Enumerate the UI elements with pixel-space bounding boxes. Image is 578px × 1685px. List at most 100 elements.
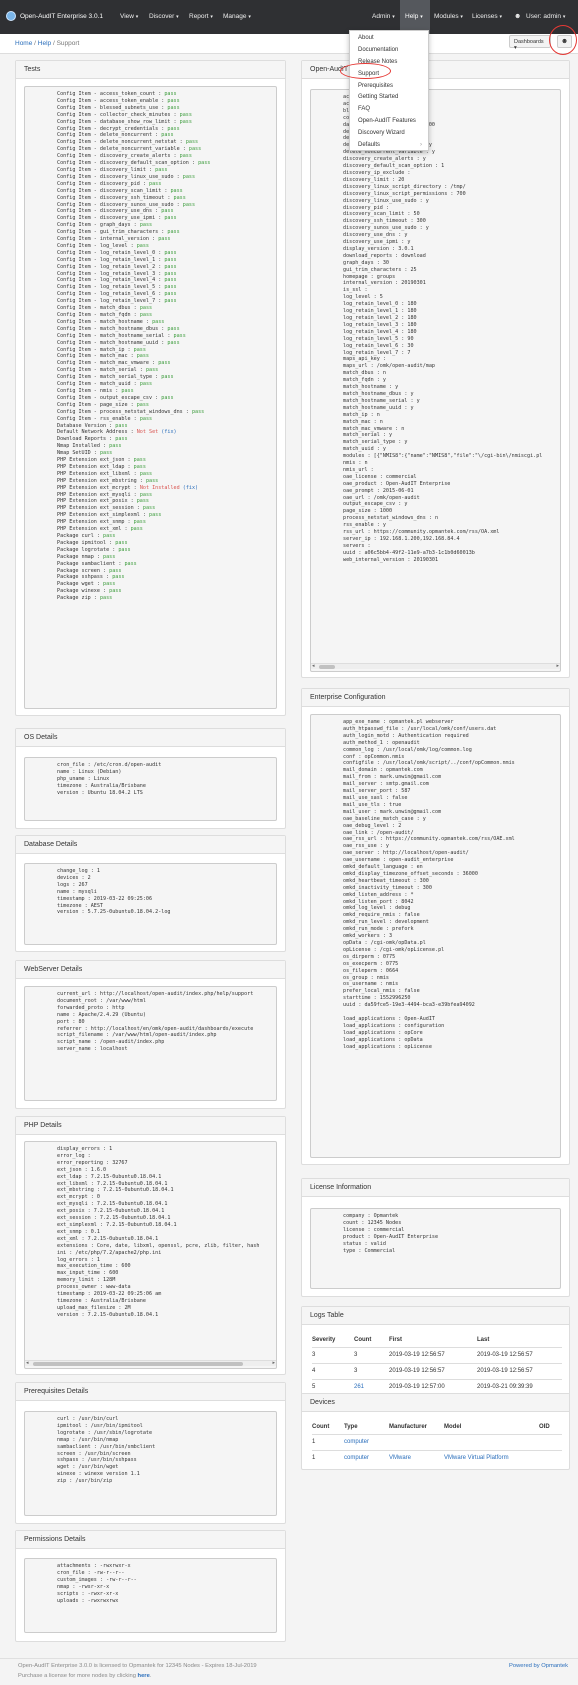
fix-link[interactable]: (fix) — [161, 429, 176, 435]
test-line: Nmap SetUID : pass — [57, 450, 113, 457]
help-menu-faq[interactable]: FAQ — [358, 106, 370, 112]
tests-panel: Tests Config Item - access_token_count :… — [15, 60, 286, 716]
config-horizontal-scrollbar[interactable]: ◂ ▸ — [311, 663, 560, 669]
col-type[interactable]: Type — [344, 1420, 389, 1434]
help-menu-about[interactable]: About — [358, 35, 374, 41]
scrollbar-thumb[interactable] — [319, 665, 335, 669]
menu-modules[interactable]: Modules ▾ — [434, 13, 463, 20]
test-line: Config Item - match_uuid : pass — [57, 381, 153, 388]
test-result-pass: pass — [133, 463, 146, 470]
tests-output: Config Item - access_token_count : pass C… — [24, 86, 277, 709]
php-horizontal-scrollbar[interactable]: ◂ ▸ — [25, 1360, 276, 1366]
test-line: Config Item - match_ip : pass — [57, 346, 146, 353]
scroll-right-icon[interactable]: ▸ — [556, 663, 559, 669]
test-line: Config Item - log_retain_level_6 : pass — [57, 291, 177, 298]
col-severity[interactable]: Severity — [312, 1333, 354, 1347]
test-line: Config Item - match_serial_type : pass — [57, 374, 174, 381]
cell-model-link[interactable]: VMware Virtual Platform — [444, 1450, 539, 1466]
test-result-pass: pass — [164, 263, 177, 270]
test-result-pass: pass — [164, 291, 177, 298]
breadcrumb: Home / Help / Support — [15, 40, 80, 47]
breadcrumb-help[interactable]: Help — [38, 40, 51, 47]
test-result-pass: pass — [167, 229, 180, 236]
cell-type-link[interactable]: computer — [344, 1450, 389, 1466]
license-output: company : Opmantek count : 12345 Nodes l… — [310, 1208, 561, 1289]
fix-link[interactable]: (fix) — [183, 485, 198, 491]
test-line: Config Item - match_hostname : pass — [57, 318, 165, 325]
test-result-pass: pass — [136, 353, 150, 360]
test-line: PHP Extension ext_mysqli : pass — [57, 491, 153, 498]
footer-purchase-link[interactable]: here — [138, 1673, 150, 1679]
test-line: Config Item - discovery_scan_limit : pas… — [57, 187, 183, 194]
brand-title[interactable]: Open-AudIT Enterprise 3.0.1 — [20, 13, 103, 20]
test-line: Database Version : pass — [57, 422, 128, 429]
panel-title: Prerequisites Details — [16, 1383, 285, 1401]
cell-manufacturer-link[interactable]: VMware — [389, 1450, 444, 1466]
chevron-down-icon: ▾ — [499, 14, 502, 20]
test-result-pass: pass — [198, 160, 211, 167]
menu-report[interactable]: Report ▾ — [189, 13, 213, 20]
menu-licenses[interactable]: Licenses ▾ — [472, 13, 502, 20]
menu-user[interactable]: User: admin ▾ — [526, 13, 565, 20]
help-menu-getting-started[interactable]: Getting Started — [358, 94, 398, 100]
menu-discover[interactable]: Discover ▾ — [149, 13, 179, 20]
test-result-pass: pass — [152, 318, 165, 325]
database-details-panel: Database Details change_log : 1 devices … — [15, 835, 286, 952]
col-last[interactable]: Last — [477, 1333, 562, 1347]
panel-title: PHP Details — [16, 1117, 285, 1135]
breadcrumb-current: Support — [56, 40, 80, 47]
test-result-pass: pass — [164, 298, 177, 305]
test-result-pass: pass — [164, 270, 177, 277]
scroll-right-icon[interactable]: ▸ — [272, 1360, 275, 1366]
cell-model-link[interactable] — [444, 1434, 539, 1450]
help-menu-defaults[interactable]: Defaults — [358, 142, 380, 148]
test-result-pass: pass — [179, 111, 192, 118]
footer-powered-link[interactable]: Powered by Opmantek — [509, 1663, 568, 1669]
breadcrumb-home[interactable]: Home — [15, 40, 32, 47]
test-result-pass: pass — [182, 173, 196, 180]
help-menu-features[interactable]: Open-AudIT Features — [358, 118, 416, 124]
help-menu-documentation[interactable]: Documentation — [358, 47, 398, 53]
test-line: Package logrotate : pass — [57, 546, 131, 553]
test-result-pass: pass — [170, 187, 183, 194]
col-oid[interactable]: OID — [539, 1420, 562, 1434]
test-line: Config Item - gui_trim_characters : pass — [57, 229, 180, 236]
menu-view[interactable]: View ▾ — [120, 13, 138, 20]
test-result-pass: pass — [167, 125, 180, 132]
panel-title: License Information — [302, 1179, 569, 1197]
menu-help[interactable]: Help ▾ — [405, 13, 423, 20]
col-manufacturer[interactable]: Manufacturer — [389, 1420, 444, 1434]
open-audit-logo-icon — [6, 11, 16, 21]
test-result-pass: pass — [149, 180, 162, 187]
col-model[interactable]: Model — [444, 1420, 539, 1434]
cell-count: 1 — [312, 1439, 316, 1445]
col-count[interactable]: Count — [312, 1420, 344, 1434]
license-panel: License Information company : Opmantek c… — [301, 1178, 570, 1297]
test-line: Config Item - log_retain_level_7 : pass — [57, 298, 177, 305]
cell-manufacturer-link[interactable] — [389, 1434, 444, 1450]
col-count[interactable]: Count — [354, 1333, 389, 1347]
dashboards-button[interactable]: Dashboards ▾ — [509, 35, 551, 51]
test-line: Config Item - log_retain_level_0 : pass — [57, 249, 177, 256]
test-line: Config Item - discovery_sunos_use_sudo :… — [57, 201, 196, 208]
scrollbar-thumb[interactable] — [33, 1362, 243, 1366]
panel-title: Permissions Details — [16, 1531, 285, 1549]
test-result-pass: pass — [167, 97, 180, 104]
test-line: Download Reports : pass — [57, 436, 128, 443]
col-first[interactable]: First — [389, 1333, 477, 1347]
os-details-output: cron_file : /etc/cron.d/open-audit name … — [24, 757, 277, 821]
highlight-circle — [549, 25, 577, 55]
help-menu-prerequisites[interactable]: Prerequisites — [358, 83, 393, 89]
test-result-pass: pass — [103, 553, 116, 560]
test-line: Package zip : pass — [57, 595, 113, 602]
test-result-pass: pass — [130, 526, 143, 533]
scroll-left-icon[interactable]: ◂ — [26, 1360, 29, 1366]
help-menu-discovery-wizard[interactable]: Discovery Wizard — [358, 130, 405, 136]
prerequisites-output: curl : /usr/bin/curl ipmitool : /usr/bin… — [24, 1411, 277, 1516]
test-line: Config Item - log_retain_level_4 : pass — [57, 277, 177, 284]
cell-type-link[interactable]: computer — [344, 1434, 389, 1450]
menu-admin[interactable]: Admin ▾ — [372, 13, 395, 20]
menu-manage[interactable]: Manage ▾ — [223, 13, 251, 20]
test-line: Config Item - log_retain_level_2 : pass — [57, 263, 177, 270]
scroll-left-icon[interactable]: ◂ — [312, 663, 315, 669]
